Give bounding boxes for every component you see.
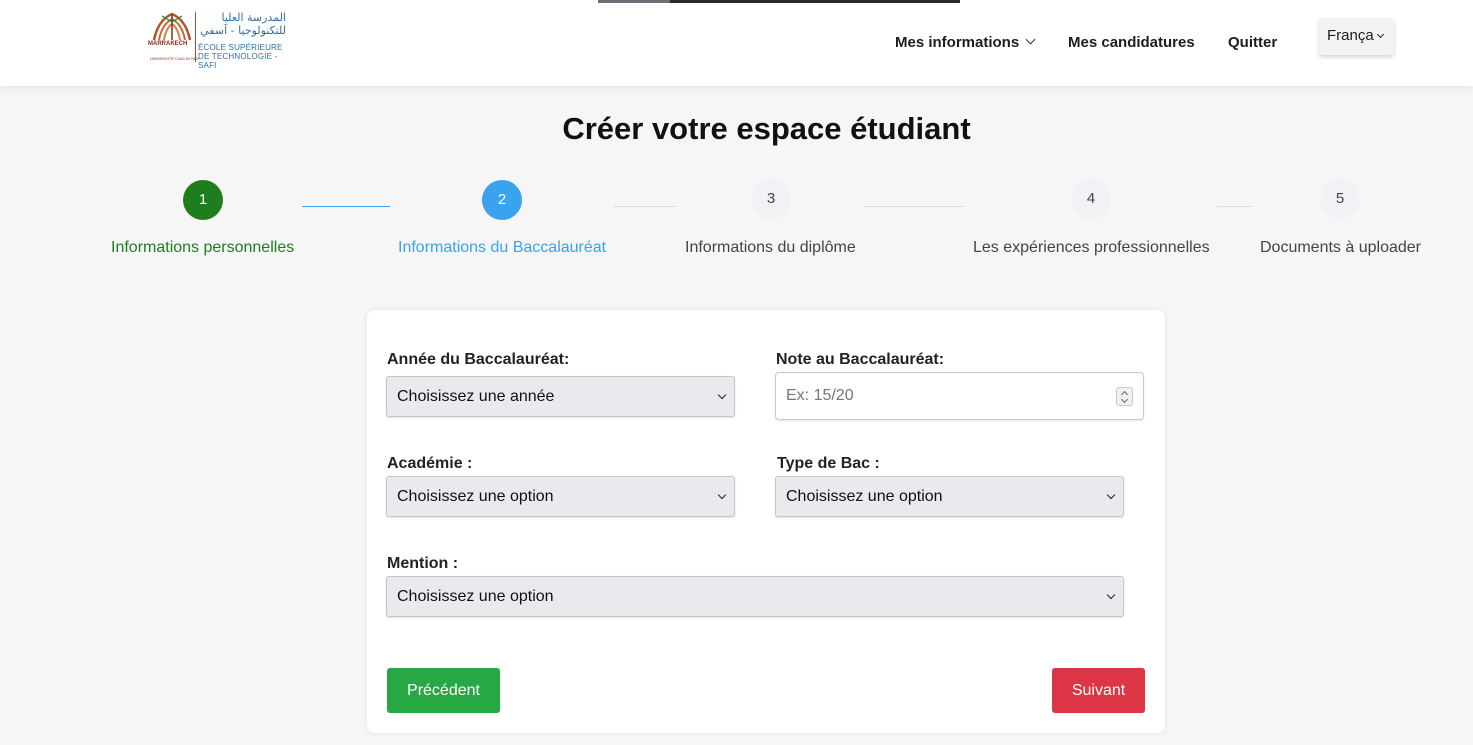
logo-french-text: ÉCOLE SUPÉRIEURE DE TECHNOLOGIE -SAFI <box>198 43 293 70</box>
mention-label: Mention : <box>387 555 459 572</box>
note-bac-input[interactable]: Ex: 15/20 <box>775 372 1144 420</box>
previous-button[interactable]: Précédent <box>387 668 500 713</box>
step-5-circle[interactable]: 5 <box>1320 179 1360 219</box>
step-2-circle[interactable]: 2 <box>482 180 522 220</box>
chevron-down-icon <box>1106 490 1116 500</box>
logo-arabic-text: المدرسة العليا للتكنولوجيا - آسفي <box>194 11 286 37</box>
nav-mes-candidatures[interactable]: Mes candidatures <box>1068 34 1195 51</box>
step-connector-4 <box>1217 206 1252 207</box>
chevron-down-icon <box>717 390 727 400</box>
logo-french-line-1: ÉCOLE SUPÉRIEURE <box>198 43 283 52</box>
logo-city-text: MARRAKECH <box>148 41 188 47</box>
step-connector-1 <box>302 206 390 207</box>
step-5-label[interactable]: Documents à uploader <box>1260 239 1421 257</box>
chevron-down-icon <box>1025 34 1036 45</box>
step-3-label[interactable]: Informations du diplôme <box>685 239 856 257</box>
language-select[interactable]: França <box>1319 18 1394 55</box>
note-bac-placeholder: Ex: 15/20 <box>786 387 854 404</box>
type-bac-label: Type de Bac : <box>777 455 880 472</box>
step-3-circle[interactable]: 3 <box>751 179 791 219</box>
logo-arabic-line-2: للتكنولوجيا - آسفي <box>200 24 286 37</box>
chevron-down-icon <box>1376 30 1384 39</box>
chevron-down-icon <box>717 490 727 500</box>
mention-select[interactable]: Choisissez une option <box>386 576 1124 617</box>
annee-bac-select-value: Choisissez une année <box>397 388 555 405</box>
step-4-label[interactable]: Les expériences professionnelles <box>973 239 1210 257</box>
academie-label: Académie : <box>387 455 473 472</box>
logo-university-text: UNIVERSITÉ CADI AYYAD <box>150 56 199 61</box>
language-select-value: França <box>1327 27 1374 44</box>
step-2-label[interactable]: Informations du Baccalauréat <box>398 239 606 257</box>
nav-mes-informations[interactable]: Mes informations <box>895 34 1036 51</box>
mention-select-value: Choisissez une option <box>397 588 554 605</box>
school-logo[interactable]: MARRAKECH UNIVERSITÉ CADI AYYAD المدرسة … <box>148 10 293 70</box>
type-bac-select[interactable]: Choisissez une option <box>775 476 1124 517</box>
next-button[interactable]: Suivant <box>1052 668 1145 713</box>
logo-emblem-icon <box>152 12 192 41</box>
note-bac-label: Note au Baccalauréat: <box>776 351 945 368</box>
chevron-down-icon <box>1106 590 1116 600</box>
type-bac-select-value: Choisissez une option <box>786 488 943 505</box>
number-spinner-icon[interactable] <box>1116 387 1133 406</box>
nav-mes-informations-label: Mes informations <box>895 34 1020 51</box>
annee-bac-label: Année du Baccalauréat: <box>387 351 570 368</box>
step-1-label[interactable]: Informations personnelles <box>111 239 294 257</box>
step-4-circle[interactable]: 4 <box>1071 179 1111 219</box>
page-title: Créer votre espace étudiant <box>562 111 971 146</box>
nav-quitter[interactable]: Quitter <box>1228 34 1277 51</box>
step-connector-2 <box>614 206 677 207</box>
step-connector-3 <box>864 206 965 207</box>
academie-select[interactable]: Choisissez une option <box>386 476 735 517</box>
academie-select-value: Choisissez une option <box>397 488 554 505</box>
top-progress-bar-fill <box>598 0 670 3</box>
annee-bac-select[interactable]: Choisissez une année <box>386 376 735 417</box>
step-1-circle[interactable]: 1 <box>183 180 223 220</box>
top-header: MARRAKECH UNIVERSITÉ CADI AYYAD المدرسة … <box>0 0 1473 86</box>
logo-french-line-2: DE TECHNOLOGIE -SAFI <box>198 52 278 70</box>
logo-arabic-line-1: المدرسة العليا <box>221 11 287 24</box>
